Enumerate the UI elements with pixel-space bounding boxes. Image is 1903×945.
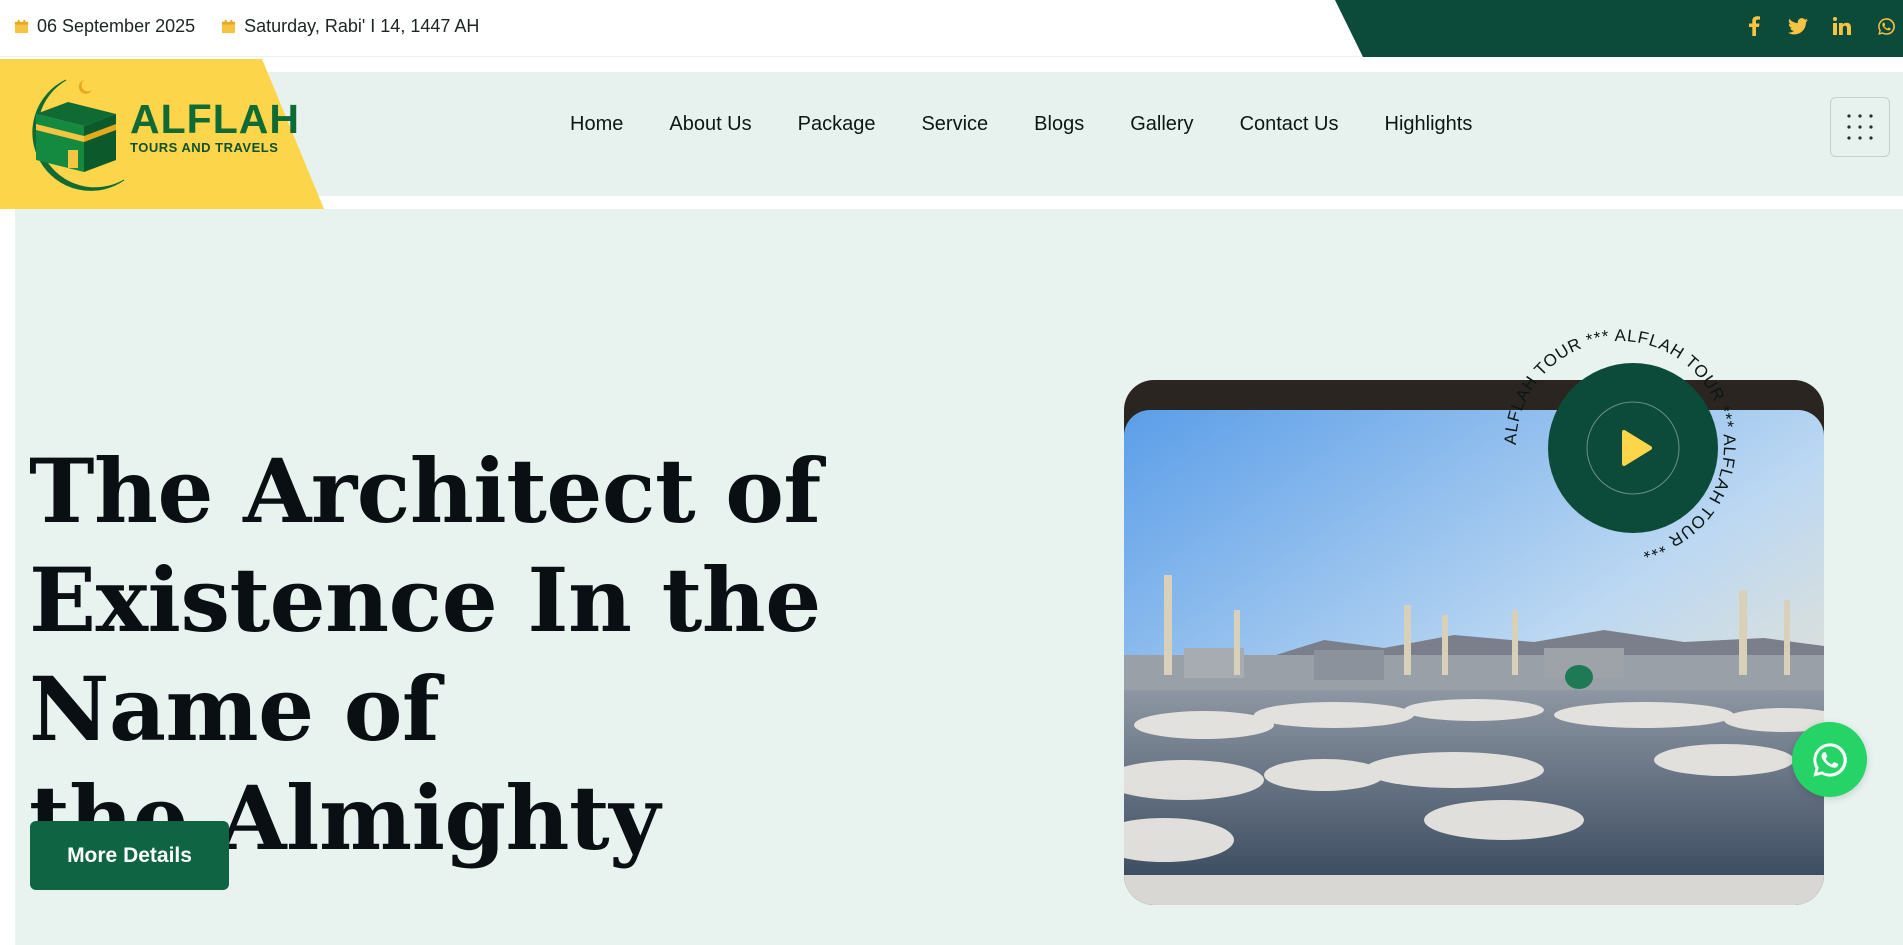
nav-about-us[interactable]: About Us (669, 113, 751, 136)
facebook-icon[interactable] (1743, 14, 1765, 38)
nav-service[interactable]: Service (921, 113, 988, 136)
nav-package[interactable]: Package (798, 113, 876, 136)
more-details-button[interactable]: More Details (30, 821, 229, 890)
brand-name: ALFLAH (130, 96, 300, 142)
whatsapp-float-button[interactable] (1792, 722, 1867, 797)
brand-wordmark[interactable]: ALFLAH TOURS AND TRAVELS (130, 96, 300, 156)
nav-home[interactable]: Home (570, 113, 623, 136)
gregorian-date: 06 September 2025 (14, 16, 195, 37)
play-video-badge[interactable]: ALFLAH TOUR *** ALFLAH TOUR *** ALFLAH T… (1500, 325, 1740, 565)
hijri-date-text: Saturday, Rabi' I 14, 1447 AH (244, 16, 480, 36)
hijri-date: Saturday, Rabi' I 14, 1447 AH (221, 16, 479, 37)
nav-contact-us[interactable]: Contact Us (1240, 113, 1339, 136)
nav-gallery[interactable]: Gallery (1130, 113, 1193, 136)
top-bar: 06 September 2025 Saturday, Rabi' I 14, … (0, 0, 1903, 57)
gregorian-date-text: 06 September 2025 (37, 16, 196, 36)
headline-line: Existence In the Name of (29, 548, 821, 761)
nav-blogs[interactable]: Blogs (1034, 113, 1084, 136)
hero-headline: The Architect of Existence In the Name o… (29, 437, 1129, 873)
nav-highlights[interactable]: Highlights (1385, 113, 1473, 136)
brand-tagline: TOURS AND TRAVELS (130, 140, 279, 155)
calendar-icon (222, 19, 236, 34)
grid-menu-button[interactable] (1830, 97, 1890, 157)
kaaba-logo-icon[interactable] (12, 72, 132, 196)
calendar-icon (14, 19, 29, 34)
whatsapp-icon[interactable] (1875, 14, 1897, 38)
dots-grid-icon (1847, 114, 1873, 140)
main-nav: Home About Us Package Service Blogs Gall… (570, 113, 1518, 136)
whatsapp-icon (1812, 742, 1847, 777)
headline-line: The Architect of (29, 439, 821, 543)
date-strip: 06 September 2025 Saturday, Rabi' I 14, … (14, 16, 479, 37)
social-links (1743, 14, 1897, 38)
linkedin-icon[interactable] (1831, 14, 1853, 38)
twitter-icon[interactable] (1787, 14, 1809, 38)
